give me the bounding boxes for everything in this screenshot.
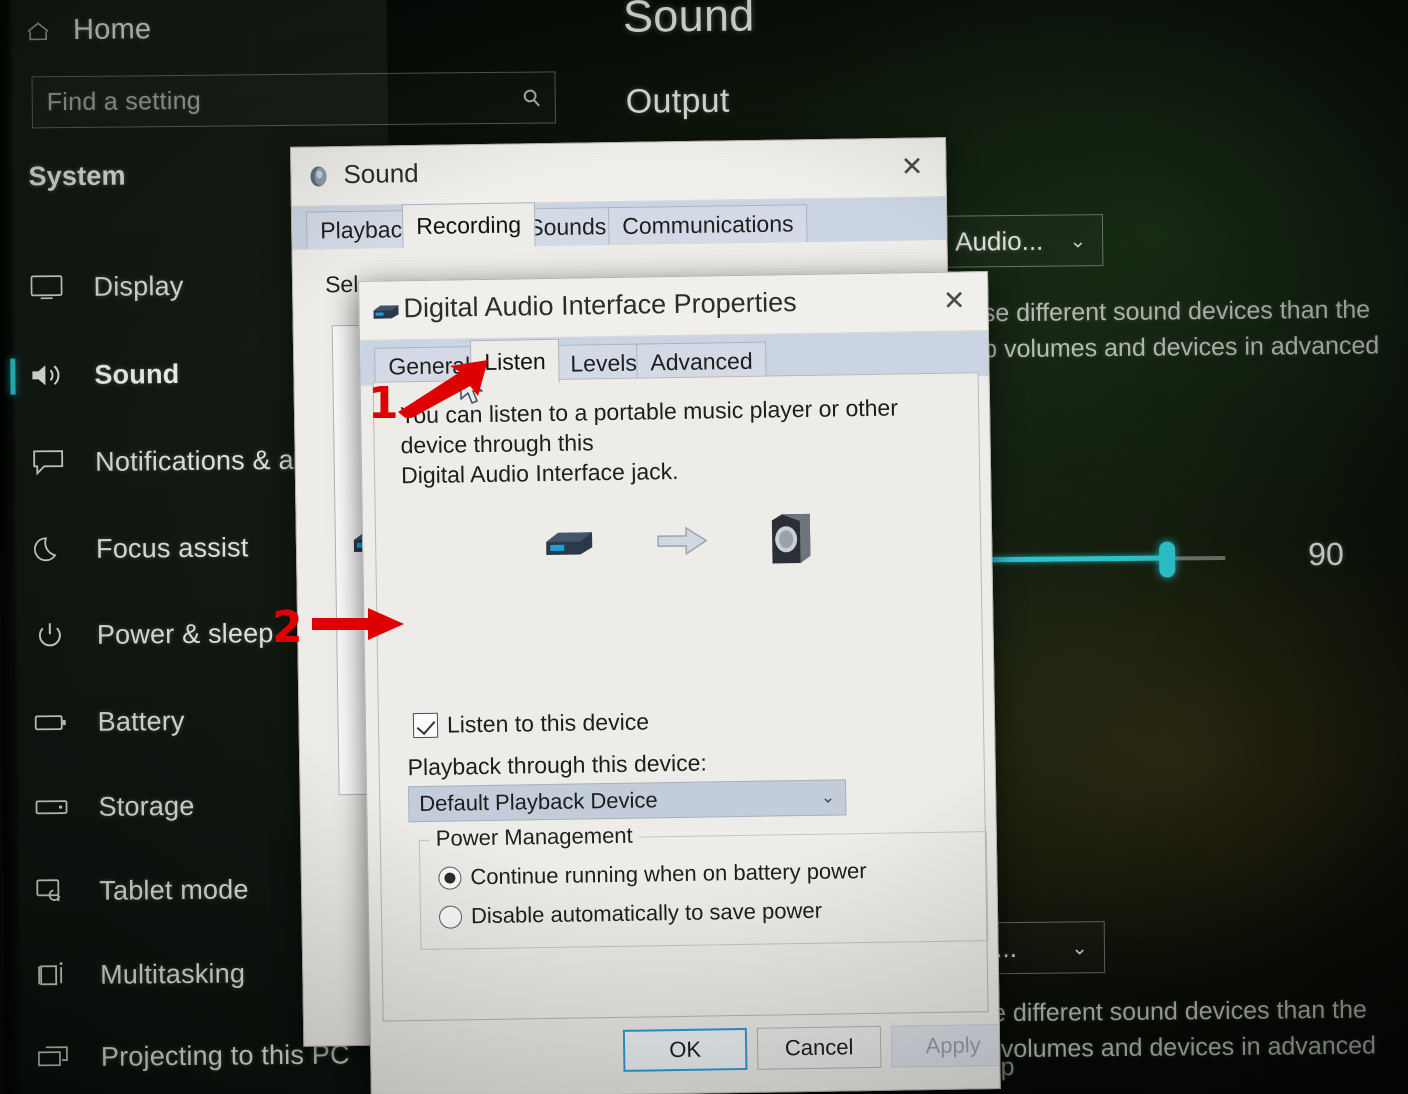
- chat-bubble-icon: [27, 445, 69, 479]
- chevron-down-icon: ⌄: [1071, 936, 1089, 959]
- search-placeholder: Find a setting: [46, 86, 202, 116]
- volume-slider-fill: [975, 555, 1168, 563]
- sidebar-item-label: Power & sleep: [96, 617, 274, 650]
- radio-continue-running[interactable]: [438, 865, 462, 890]
- output-help-line2: p volumes and devices in advanced: [983, 331, 1380, 364]
- sidebar-item-label: Sound: [94, 358, 180, 390]
- speaker-icon: [26, 358, 68, 392]
- power-management-legend: Power Management: [429, 822, 639, 852]
- multitasking-icon: [32, 958, 74, 992]
- apply-button: Apply: [890, 1023, 1001, 1068]
- props-dialog-button-row: OK Cancel Apply: [371, 1023, 1001, 1094]
- close-icon[interactable]: ✕: [943, 285, 966, 316]
- moon-icon: [28, 532, 70, 566]
- output-device-value: Audio...: [954, 225, 1044, 257]
- screen-bezel-edge: [0, 0, 24, 1094]
- listen-to-this-device-row[interactable]: Listen to this device: [412, 708, 650, 739]
- radio-disable-automatically-row[interactable]: Disable automatically to save power: [438, 897, 823, 930]
- close-icon[interactable]: ✕: [901, 151, 924, 182]
- listen-tab-page: You can listen to a portable music playe…: [372, 372, 989, 1022]
- playback-device-select[interactable]: Default Playback Device ⌄: [407, 779, 847, 823]
- power-management-group: Power Management Continue running when o…: [418, 822, 989, 951]
- projecting-icon: [33, 1040, 75, 1074]
- home-icon: [25, 20, 51, 42]
- listen-to-this-device-checkbox[interactable]: [412, 712, 439, 739]
- tablet-icon: [31, 874, 73, 908]
- input-help-line2: p volumes and devices in advanced: [979, 1031, 1377, 1064]
- sound-dialog-titlebar: Sound ✕: [291, 138, 946, 206]
- battery-icon: [30, 705, 72, 739]
- output-section-heading: Output: [625, 81, 730, 121]
- radio-disable-automatically-label: Disable automatically to save power: [470, 897, 823, 929]
- volume-slider-track: [1167, 555, 1226, 561]
- sidebar-section-header: System: [28, 160, 126, 192]
- annotation-marker-2: 2: [272, 602, 303, 653]
- volume-value: 90: [1307, 535, 1344, 573]
- output-help-text: se different sound devices than the p vo…: [983, 291, 1380, 367]
- volume-slider-thumb[interactable]: [1159, 541, 1176, 578]
- sidebar-item-label: Display: [93, 270, 184, 302]
- sidebar-item-label: Battery: [97, 705, 185, 737]
- radio-continue-running-row[interactable]: Continue running when on battery power: [438, 858, 867, 891]
- props-dialog-title: Digital Audio Interface Properties: [403, 287, 797, 324]
- sidebar-item-label: Focus assist: [95, 531, 249, 564]
- page-title: Sound: [622, 0, 755, 42]
- props-dialog-titlebar: Digital Audio Interface Properties ✕: [359, 272, 988, 340]
- screen-photo: Home Find a setting ⚲ System Display Sou…: [0, 0, 1408, 1094]
- output-help-line1: se different sound devices than the: [982, 295, 1371, 328]
- monitor-icon: [25, 270, 67, 304]
- playback-through-label: Playback through this device:: [407, 749, 708, 781]
- annotation-arrow-1: [398, 360, 488, 418]
- sidebar-item-label: Tablet mode: [99, 873, 249, 906]
- chevron-down-icon: ⌄: [1069, 229, 1087, 252]
- audio-device-icon: [371, 301, 401, 319]
- listen-to-this-device-label: Listen to this device: [446, 708, 650, 738]
- speaker-icon: [768, 512, 817, 567]
- recording-instruction-text: Sel: [324, 270, 359, 298]
- radio-disable-automatically[interactable]: [438, 904, 463, 929]
- search-input[interactable]: Find a setting ⚲: [31, 71, 556, 129]
- sidebar-item-label: Storage: [98, 790, 195, 822]
- sidebar-active-indicator: [10, 358, 16, 395]
- arrow-right-icon: [656, 523, 711, 558]
- power-icon: [29, 618, 71, 652]
- input-help-text: se different sound devices than the p vo…: [979, 992, 1376, 1068]
- listen-flow-graphic: [376, 501, 983, 581]
- radio-continue-running-label: Continue running when on battery power: [470, 858, 867, 890]
- sidebar-home-item[interactable]: Home: [25, 13, 151, 47]
- tab-communications[interactable]: Communications: [607, 204, 808, 246]
- playback-device-value: Default Playback Device: [419, 787, 658, 817]
- volume-slider[interactable]: [975, 541, 1226, 578]
- tab-recording[interactable]: Recording: [401, 202, 536, 249]
- audio-device-icon: [542, 525, 599, 560]
- annotation-marker-1: 1: [368, 378, 399, 429]
- annotation-arrow-2: [312, 608, 404, 640]
- drive-icon: [30, 790, 72, 824]
- home-label: Home: [72, 13, 152, 46]
- input-help-line1: se different sound devices than the: [979, 995, 1367, 1028]
- ok-button[interactable]: OK: [622, 1027, 748, 1072]
- sidebar-item-label: Multitasking: [99, 957, 246, 990]
- sidebar-item-label: Notifications & a: [95, 444, 294, 477]
- cancel-button[interactable]: Cancel: [756, 1025, 882, 1070]
- output-device-select[interactable]: Audio... ⌄: [937, 214, 1104, 268]
- sound-dialog-title: Sound: [343, 157, 419, 190]
- chevron-down-icon: ⌄: [820, 787, 836, 807]
- speaker-icon: [307, 163, 333, 189]
